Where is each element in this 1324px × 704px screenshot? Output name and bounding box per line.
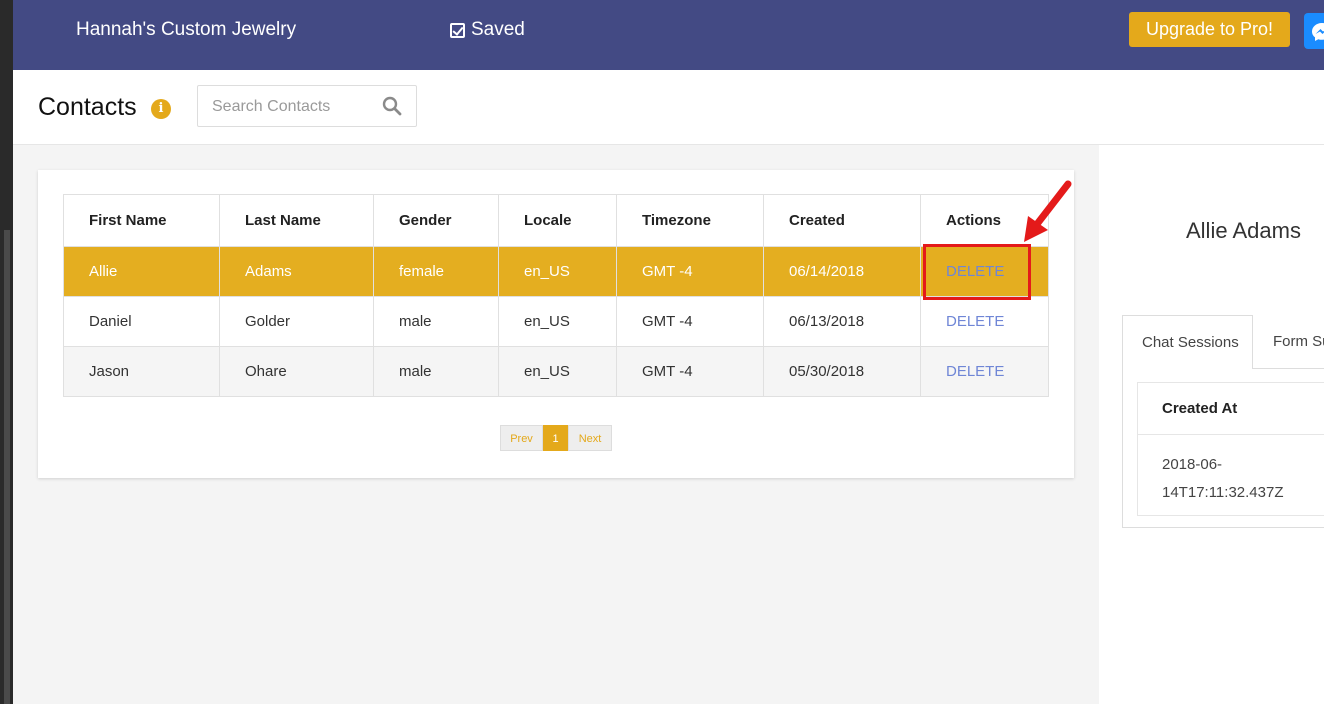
checkbox-checked-icon <box>450 22 465 38</box>
locale-cell: en_US <box>498 296 617 347</box>
page-1-button[interactable]: 1 <box>543 425 568 451</box>
table-row[interactable]: Jason Ohare male en_US GMT -4 05/30/2018… <box>63 346 1049 397</box>
column-header[interactable]: Last Name <box>219 194 374 247</box>
upgrade-button[interactable]: Upgrade to Pro! <box>1129 12 1290 47</box>
pagination: Prev 1 Next <box>500 425 612 451</box>
messenger-icon <box>1312 23 1324 41</box>
detail-tabs: Chat Sessions Form Submissions <box>1122 315 1324 369</box>
gender-cell: female <box>373 246 499 297</box>
last-name-cell: Ohare <box>219 346 374 397</box>
first-name-cell: Jason <box>63 346 220 397</box>
created-cell: 06/14/2018 <box>763 246 921 297</box>
contacts-table: First Name Last Name Gender Locale Timez… <box>63 194 1049 397</box>
search-input[interactable] <box>210 95 374 119</box>
column-header[interactable]: First Name <box>63 194 220 247</box>
annotation-highlight-box <box>923 244 1031 300</box>
actions-cell: DELETE <box>920 346 1049 397</box>
gender-cell: male <box>373 346 499 397</box>
delete-link[interactable]: DELETE <box>946 313 1004 330</box>
timezone-cell: GMT -4 <box>616 246 764 297</box>
page-title: Contacts <box>38 93 137 121</box>
table-row[interactable]: Daniel Golder male en_US GMT -4 06/13/20… <box>63 296 1049 347</box>
created-cell: 05/30/2018 <box>763 346 921 397</box>
column-header[interactable]: Created <box>763 194 921 247</box>
actions-cell: DELETE <box>920 296 1049 347</box>
annotation-arrow-icon <box>1024 180 1072 242</box>
table-header-row: First Name Last Name Gender Locale Timez… <box>63 194 1049 247</box>
timezone-cell: GMT -4 <box>616 296 764 347</box>
tab-chat-sessions[interactable]: Chat Sessions <box>1122 315 1253 369</box>
created-cell: 06/13/2018 <box>763 296 921 347</box>
column-header[interactable]: Locale <box>498 194 617 247</box>
page-header: Contacts i <box>13 70 1324 145</box>
brand-name: Hannah's Custom Jewelry <box>76 19 297 40</box>
first-name-cell: Daniel <box>63 296 220 347</box>
saved-status: Saved <box>450 19 525 41</box>
contacts-card: First Name Last Name Gender Locale Timez… <box>38 170 1074 478</box>
table-row[interactable]: Allie Adams female en_US GMT -4 06/14/20… <box>63 246 1049 297</box>
info-icon[interactable]: i <box>151 99 171 119</box>
timezone-cell: GMT -4 <box>616 346 764 397</box>
last-name-cell: Golder <box>219 296 374 347</box>
scrollbar-track[interactable] <box>4 230 10 704</box>
first-name-cell: Allie <box>63 246 220 297</box>
gender-cell: male <box>373 296 499 347</box>
sessions-table: Created At 2018-06-14T17:11:32.437Z <box>1137 382 1324 516</box>
chat-sessions-pane: Created At 2018-06-14T17:11:32.437Z <box>1122 368 1324 528</box>
prev-page-button[interactable]: Prev <box>500 425 543 451</box>
column-header: Created At <box>1138 383 1324 435</box>
last-name-cell: Adams <box>219 246 374 297</box>
contact-detail-panel: Allie Adams Chat Sessions Form Submissio… <box>1099 145 1324 704</box>
search-icon[interactable] <box>382 96 402 116</box>
locale-cell: en_US <box>498 246 617 297</box>
messenger-button[interactable] <box>1304 13 1324 49</box>
saved-label: Saved <box>471 19 525 40</box>
next-page-button[interactable]: Next <box>568 425 612 451</box>
top-bar: Hannah's Custom Jewelry Saved Upgrade to… <box>13 0 1324 70</box>
locale-cell: en_US <box>498 346 617 397</box>
contact-name: Allie Adams <box>1186 218 1301 243</box>
column-header[interactable]: Gender <box>373 194 499 247</box>
session-created-cell[interactable]: 2018-06-14T17:11:32.437Z <box>1138 435 1283 515</box>
window-edge <box>0 0 13 704</box>
delete-link[interactable]: DELETE <box>946 363 1004 380</box>
column-header[interactable]: Timezone <box>616 194 764 247</box>
tab-form-submissions[interactable]: Form Submissions <box>1253 315 1324 369</box>
search-box <box>197 85 417 127</box>
